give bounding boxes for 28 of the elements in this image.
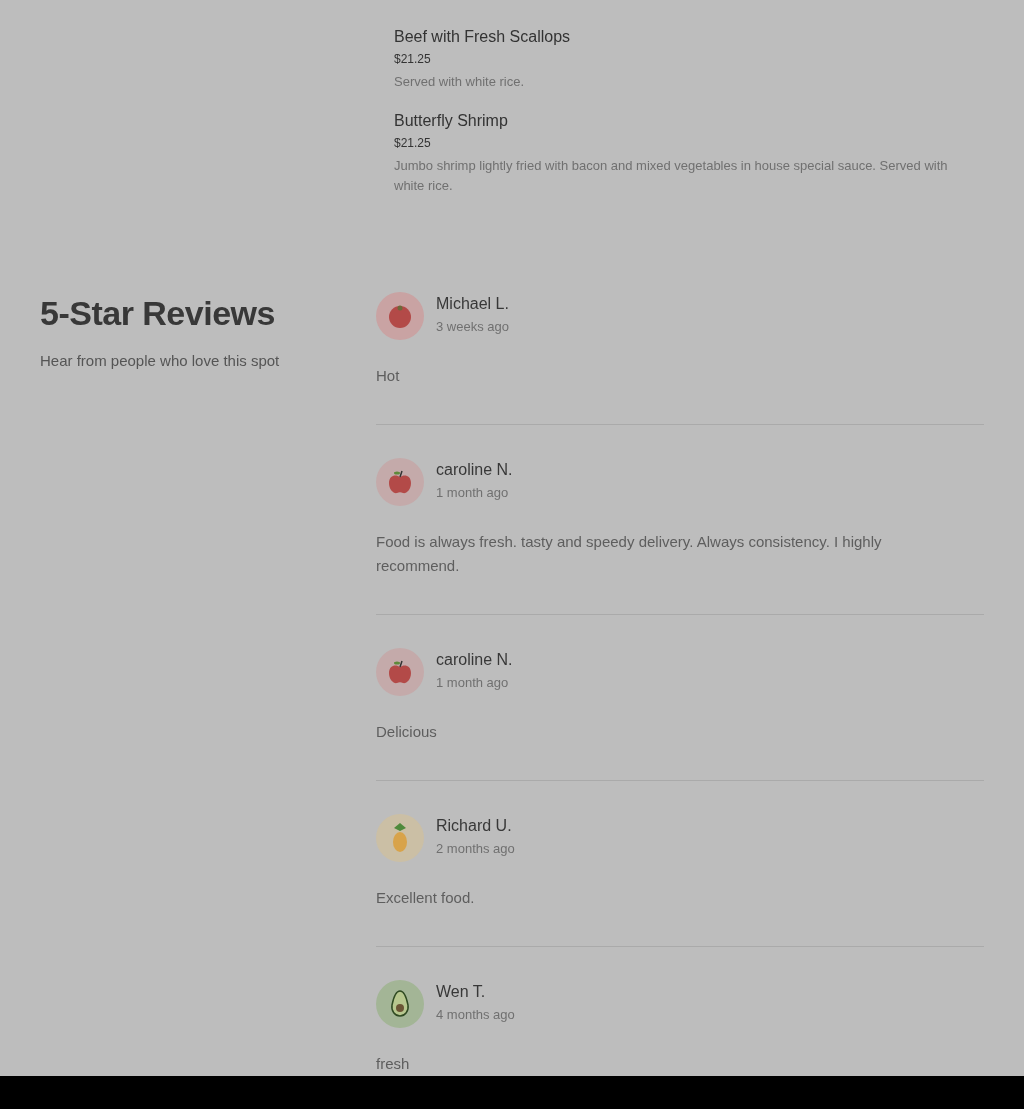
apple-avatar-icon [376, 458, 424, 506]
apple-avatar-icon [376, 648, 424, 696]
review-text: Food is always fresh. tasty and speedy delivery. Always consistency. I highly recommend. [376, 532, 883, 576]
review-text: Excellent food. [376, 888, 476, 908]
review-time: 1 month ago [436, 675, 510, 690]
dish-price: $21.25 [394, 52, 432, 66]
dish-price: $21.25 [394, 136, 432, 150]
reviewer-name: Wen T. [436, 983, 487, 1001]
dish-name: Butterfly Shrimp [394, 112, 509, 130]
dish-description: Served with white rice. [394, 73, 526, 91]
review-time: 4 months ago [436, 1007, 515, 1022]
section-subtitle: Hear from people who love this spot [40, 352, 281, 369]
review-text: fresh [376, 1054, 411, 1074]
review-text: Delicious [376, 722, 438, 742]
dish-description: Jumbo shrimp lightly fried with bacon and mixed vegetables in house special sauce. Served with white rice. [394, 157, 949, 195]
review-time: 1 month ago [436, 485, 510, 500]
reviewer-name: Richard U. [436, 817, 513, 835]
review-text: Hot [376, 366, 401, 386]
review-time: 2 months ago [436, 841, 515, 856]
reviewer-name: caroline N. [436, 461, 513, 479]
reviewer-name: caroline N. [436, 651, 513, 669]
pineapple-avatar-icon [376, 814, 424, 862]
section-title: 5-Star Reviews [40, 293, 276, 334]
dish-name: Beef with Fresh Scallops [394, 28, 572, 46]
avocado-avatar-icon [376, 980, 424, 1028]
tomato-avatar-icon [376, 292, 424, 340]
reviewer-name: Michael L. [436, 295, 509, 313]
review-time: 3 weeks ago [436, 319, 509, 334]
